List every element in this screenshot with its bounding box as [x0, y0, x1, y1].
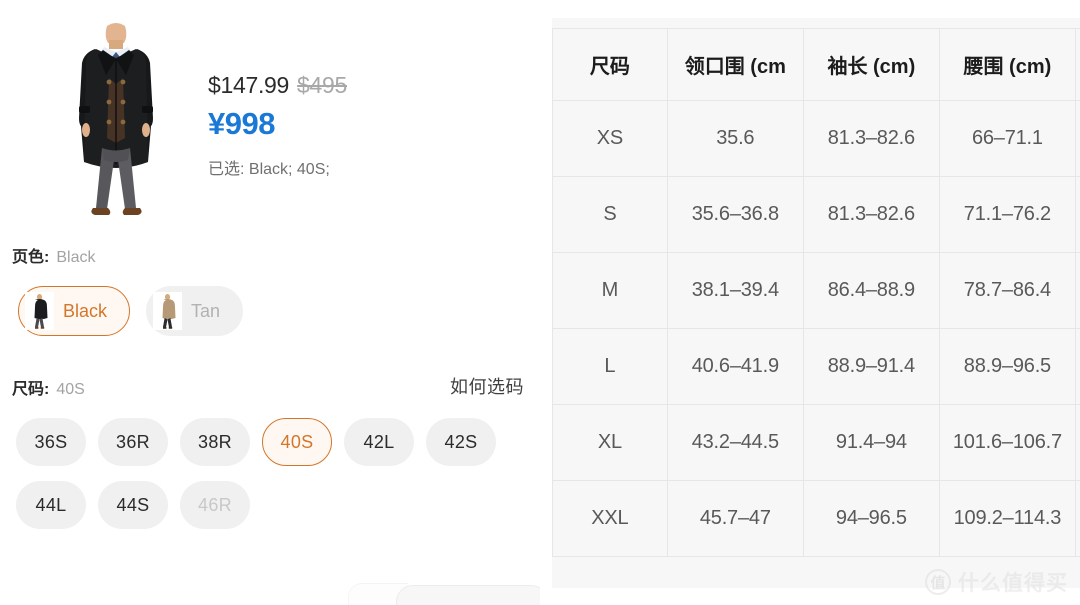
size-chart-top-strip — [552, 18, 1080, 28]
col-header-neck: 领口围 (cm — [666, 28, 804, 101]
color-selected-value: Black — [56, 249, 96, 266]
table-row: L 40.6–41.9 88.9–91.4 88.9–96.5 1 — [552, 328, 1080, 405]
cell-size: XL — [552, 404, 668, 481]
color-label: 页色: — [12, 249, 50, 266]
cell-extra: 1 — [1074, 404, 1080, 481]
cell-size: S — [552, 176, 668, 253]
cell-waist: 71.1–76.2 — [938, 176, 1076, 253]
size-selected-value: 40S — [56, 381, 85, 398]
product-image[interactable] — [52, 20, 180, 228]
price-line: $147.99 $495 — [208, 74, 508, 97]
cell-waist: 78.7–86.4 — [938, 252, 1076, 329]
cell-sleeve: 88.9–91.4 — [802, 328, 940, 405]
col-header-size: 尺码 — [552, 28, 668, 101]
size-option-40s[interactable]: 40S — [262, 418, 332, 466]
size-option-44l[interactable]: 44L — [16, 481, 86, 529]
cell-extra: 9 — [1074, 252, 1080, 329]
selected-summary: 已选: Black; 40S; — [208, 161, 330, 178]
cny-price: ¥998 — [208, 106, 275, 141]
cell-size: XS — [552, 100, 668, 177]
size-chart-table: 尺码 领口围 (cm 袖长 (cm) 腰围 (cm) XS 35.6 81.3–… — [552, 28, 1080, 557]
table-row: XXL 45.7–47 94–96.5 109.2–114.3 1 — [552, 480, 1080, 557]
cutoff-action-button[interactable] — [396, 585, 540, 605]
cell-neck: 35.6 — [666, 100, 804, 177]
color-option-label: Tan — [191, 300, 221, 321]
color-option-tan[interactable]: Tan — [146, 286, 244, 336]
color-label-row: 页色: Black — [12, 243, 95, 267]
cell-sleeve: 81.3–82.6 — [802, 100, 940, 177]
size-option-42s[interactable]: 42S — [426, 418, 496, 466]
cell-sleeve: 86.4–88.9 — [802, 252, 940, 329]
table-row: XL 43.2–44.5 91.4–94 101.6–106.7 1 — [552, 404, 1080, 481]
product-detail-panel: $147.99 $495 ¥998 已选: Black; 40S; 页色: Blac… — [0, 0, 540, 605]
cell-neck: 43.2–44.5 — [666, 404, 804, 481]
price-block: $147.99 $495 ¥998 已选: Black; 40S; — [208, 74, 508, 179]
hero-row: $147.99 $495 ¥998 已选: Black; 40S; — [0, 14, 540, 229]
cell-size: M — [552, 252, 668, 329]
color-option-black[interactable]: Black — [18, 286, 131, 336]
size-label-row: 尺码: 40S — [12, 375, 85, 399]
col-header-sleeve: 袖长 (cm) — [802, 28, 940, 101]
cell-neck: 35.6–36.8 — [666, 176, 804, 253]
tan-coat-thumb-icon — [153, 292, 183, 330]
cell-sleeve: 91.4–94 — [802, 404, 940, 481]
cell-extra: 1 — [1074, 328, 1080, 405]
cell-waist: 101.6–106.7 — [938, 404, 1076, 481]
cell-waist: 88.9–96.5 — [938, 328, 1076, 405]
size-option-36r[interactable]: 36R — [98, 418, 168, 466]
color-options: Black Tan — [18, 286, 244, 336]
table-row: M 38.1–39.4 86.4–88.9 78.7–86.4 9 — [552, 252, 1080, 329]
size-option-38r[interactable]: 38R — [180, 418, 250, 466]
current-price: $147.99 — [208, 72, 290, 98]
product-page-screenshot: $147.99 $495 ¥998 已选: Black; 40S; 页色: Blac… — [0, 0, 1080, 605]
cell-sleeve: 81.3–82.6 — [802, 176, 940, 253]
cell-extra — [1074, 100, 1080, 177]
cell-size: XXL — [552, 480, 668, 557]
size-chart-panel: 尺码 领口围 (cm 袖长 (cm) 腰围 (cm) XS 35.6 81.3–… — [552, 18, 1080, 588]
cell-extra: 1 — [1074, 480, 1080, 557]
size-options: 36S 36R 38R 40S 42L 42S 44L 44S 46R — [16, 418, 536, 529]
color-option-label: Black — [63, 300, 108, 321]
size-option-44s[interactable]: 44S — [98, 481, 168, 529]
cell-waist: 109.2–114.3 — [938, 480, 1076, 557]
cell-waist: 66–71.1 — [938, 100, 1076, 177]
col-header-waist: 腰围 (cm) — [938, 28, 1076, 101]
cell-sleeve: 94–96.5 — [802, 480, 940, 557]
table-row: S 35.6–36.8 81.3–82.6 71.1–76.2 — [552, 176, 1080, 253]
table-row: XS 35.6 81.3–82.6 66–71.1 — [552, 100, 1080, 177]
cell-neck: 38.1–39.4 — [666, 252, 804, 329]
size-option-46r[interactable]: 46R — [180, 481, 250, 529]
cell-extra — [1074, 176, 1080, 253]
black-coat-thumb-icon — [25, 292, 54, 330]
size-chart-header-row: 尺码 领口围 (cm 袖长 (cm) 腰围 (cm) — [552, 28, 1080, 101]
cell-neck: 40.6–41.9 — [666, 328, 804, 405]
size-label: 尺码: — [12, 381, 50, 398]
size-option-36s[interactable]: 36S — [16, 418, 86, 466]
cell-size: L — [552, 328, 668, 405]
cell-neck: 45.7–47 — [666, 480, 804, 557]
size-guide-link[interactable]: 如何选码 — [450, 373, 524, 399]
original-price: $495 — [297, 72, 348, 98]
size-option-42l[interactable]: 42L — [344, 418, 414, 466]
col-header-extra — [1074, 28, 1080, 101]
